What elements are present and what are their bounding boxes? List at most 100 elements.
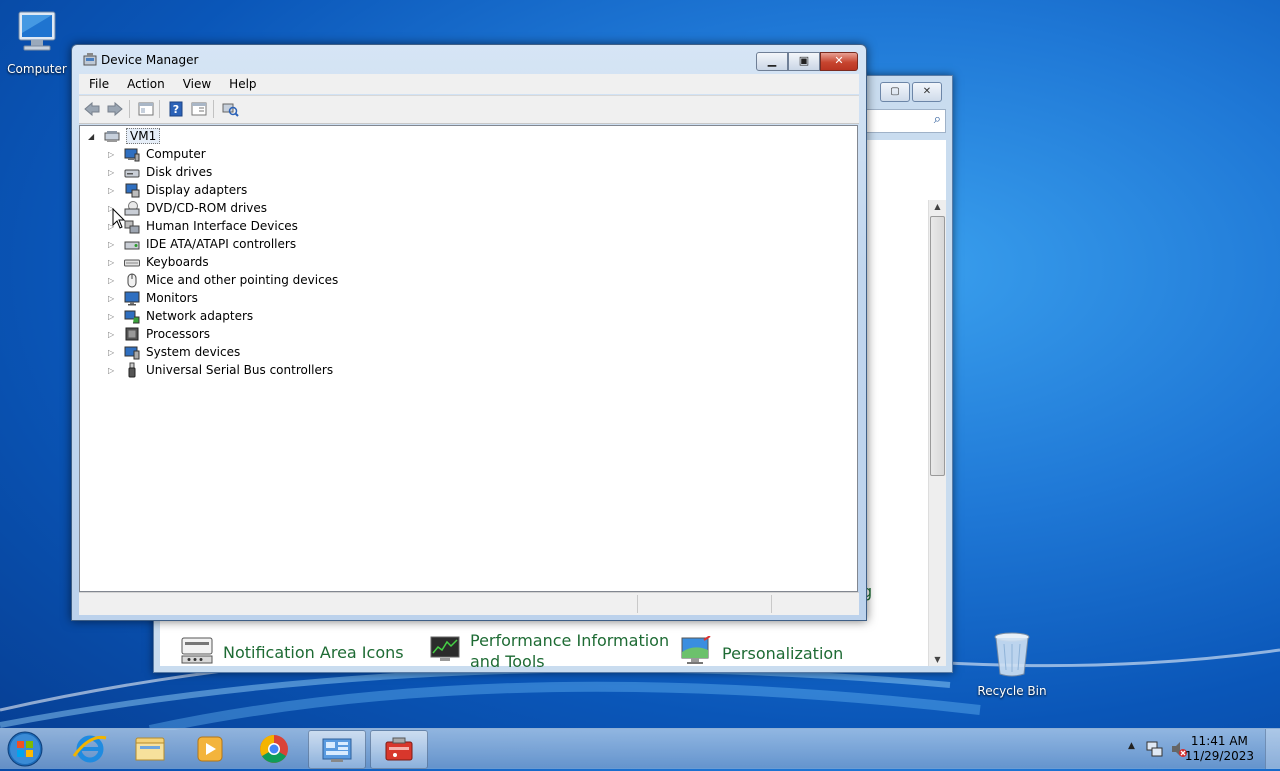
minimize-icon[interactable]: ▁ [756,52,788,71]
tree-item-display-adapters[interactable]: ▷ Display adapters [108,181,247,199]
network-icon[interactable] [1146,740,1164,761]
expand-icon[interactable]: ▷ [108,348,116,357]
tree-item-universal-serial-bus-controllers[interactable]: ▷ Universal Serial Bus controllers [108,361,333,379]
tree-item-keyboards[interactable]: ▷ Keyboards [108,253,209,271]
close-icon[interactable]: ✕ [820,52,858,71]
display-adapter-icon [124,182,140,198]
control-panel-window-buttons: ▢ ✕ [880,82,942,102]
network-adapter-icon [124,308,140,324]
expand-icon[interactable]: ▷ [108,186,116,195]
expand-icon[interactable]: ▷ [108,168,116,177]
scroll-up-icon[interactable]: ▲ [929,202,946,211]
show-desktop-button[interactable] [1265,729,1280,769]
system-devices-icon [124,344,140,360]
expand-icon[interactable]: ▷ [108,276,116,285]
device-manager-icon [82,52,98,71]
disk-drive-icon [124,164,140,180]
menu-bar: File Action View Help [79,74,859,94]
tree-item-label: Computer [146,147,206,161]
help-icon[interactable]: ? [167,101,185,117]
scan-hardware-icon[interactable] [221,101,239,117]
tree-root-label: VM1 [126,128,161,144]
cp-item-personalization[interactable]: Personalization [680,635,843,670]
performance-icon [430,635,460,667]
cp-item-label: Notification Area Icons [223,642,404,662]
toolbar: ? [79,95,859,124]
tree-item-dvd-cd-rom-drives[interactable]: ▷ DVD/CD-ROM drives [108,199,267,217]
hid-icon [124,218,140,234]
device-manager-window[interactable]: Device Manager ▁ ▣ ✕ File Action View He… [71,44,867,621]
expand-icon[interactable]: ▷ [108,366,116,375]
cp-item-label: Performance Information and Tools [470,630,669,672]
taskbar-clock[interactable]: 11:41 AM 11/29/2023 [1185,734,1254,764]
tree-root[interactable]: ◢ VM1 [88,127,161,145]
scroll-down-icon[interactable]: ▼ [929,655,946,664]
close-icon[interactable]: ✕ [912,82,942,102]
cp-item-performance-information[interactable]: Performance Information and Tools [430,630,669,672]
properties-icon[interactable] [190,101,208,117]
monitor-icon [124,290,140,306]
taskbar-media-player[interactable] [182,730,238,767]
desktop-icon-label: Recycle Bin [977,684,1047,698]
search-input[interactable]: ⌕ [866,109,946,133]
expand-icon[interactable]: ▷ [108,258,116,267]
tree-item-label: IDE ATA/ATAPI controllers [146,237,297,251]
clock-date: 11/29/2023 [1184,749,1254,763]
expand-icon[interactable]: ▷ [108,240,116,249]
taskbar-device-manager[interactable] [370,730,428,769]
maximize-icon[interactable]: ▣ [788,52,820,71]
tree-item-monitors[interactable]: ▷ Monitors [108,289,198,307]
menu-help[interactable]: Help [219,77,264,91]
folder-icon [135,737,165,761]
show-hide-console-tree-icon[interactable] [137,101,155,117]
processor-icon [124,326,140,342]
usb-controller-icon [124,362,140,378]
tree-item-ide-ata-atapi-controllers[interactable]: ▷ IDE ATA/ATAPI controllers [108,235,296,253]
tree-item-label: Mice and other pointing devices [146,273,339,287]
cp-item-notification-area-icons[interactable]: Notification Area Icons [181,636,404,668]
desktop-icon-computer[interactable]: Computer [2,8,72,76]
tree-item-network-adapters[interactable]: ▷ Network adapters [108,307,253,325]
tree-item-label: Network adapters [146,309,254,323]
menu-view[interactable]: View [173,77,219,91]
toolbar-separator [159,100,160,118]
collapse-icon[interactable]: ◢ [88,132,98,141]
mouse-icon [124,272,140,288]
expand-icon[interactable]: ▷ [108,150,116,159]
personalization-icon [680,635,712,670]
start-button[interactable] [5,730,45,768]
status-bar [79,592,859,615]
internet-explorer-icon [72,735,107,763]
label-line-1: Performance Information [470,631,670,650]
menu-action[interactable]: Action [117,77,173,91]
taskbar-control-panel[interactable] [308,730,366,769]
tree-item-mice-and-other-pointing-devices[interactable]: ▷ Mice and other pointing devices [108,271,338,289]
menu-file[interactable]: File [79,77,117,91]
back-arrow-icon[interactable] [83,101,101,117]
expand-icon[interactable]: ▷ [108,312,116,321]
computer-icon [124,146,140,162]
maximize-icon[interactable]: ▢ [880,82,910,102]
device-tree[interactable]: ◢ VM1 ▷ Computer ▷ Disk drives ▷ Display adap… [79,125,858,592]
expand-icon[interactable]: ▷ [108,294,116,303]
computer-icon [2,8,72,59]
show-hidden-icons-icon[interactable]: ▲ [1128,741,1135,751]
expand-icon[interactable]: ▷ [108,330,116,339]
taskbar-chrome[interactable] [246,730,302,767]
scrollbar-thumb[interactable] [930,216,945,476]
forward-arrow-icon[interactable] [106,101,124,117]
vertical-scrollbar[interactable]: ▲ ▼ [928,200,946,666]
taskbar-windows-explorer[interactable] [122,730,178,767]
tree-item-system-devices[interactable]: ▷ System devices [108,343,240,361]
tree-item-human-interface-devices[interactable]: ▷ Human Interface Devices [108,217,298,235]
tree-item-disk-drives[interactable]: ▷ Disk drives [108,163,212,181]
tree-item-processors[interactable]: ▷ Processors [108,325,210,343]
ide-controller-icon [124,236,140,252]
tree-item-label: Monitors [146,291,198,305]
desktop-icon-recycle-bin[interactable]: Recycle Bin [977,630,1047,698]
taskbar-internet-explorer[interactable] [62,730,118,767]
control-panel-icon [322,738,352,762]
tree-item-computer[interactable]: ▷ Computer [108,145,206,163]
tree-item-label: DVD/CD-ROM drives [146,201,268,215]
toolbar-separator [129,100,130,118]
